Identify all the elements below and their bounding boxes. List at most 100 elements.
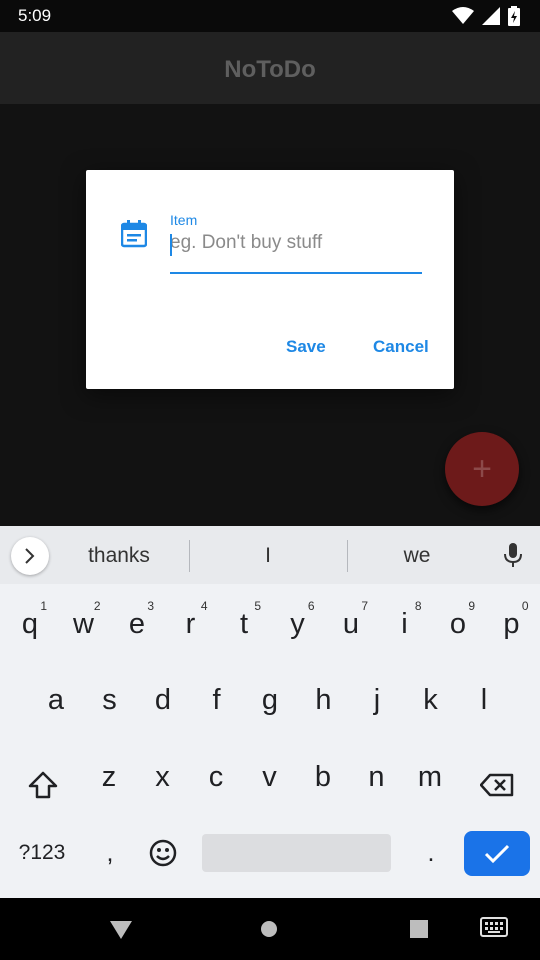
key-label: e [128, 608, 146, 640]
mic-icon[interactable] [503, 543, 523, 569]
key-z[interactable]: z [82, 747, 136, 807]
emoji-key[interactable] [140, 830, 186, 876]
suggestion-2[interactable]: I [193, 544, 343, 568]
emoji-icon [149, 839, 177, 867]
key-label: q [21, 608, 39, 640]
key-w[interactable]: w2 [57, 594, 111, 654]
key-label: g [261, 684, 279, 716]
key-q[interactable]: q1 [3, 594, 57, 654]
key-label: c [208, 761, 224, 793]
shift-icon [28, 771, 58, 799]
keyboard-switch-icon[interactable] [480, 917, 508, 939]
key-u[interactable]: u7 [324, 594, 378, 654]
key-label: l [480, 684, 488, 716]
key-t[interactable]: t5 [217, 594, 271, 654]
key-label: w [73, 608, 94, 640]
backspace-key[interactable] [468, 756, 526, 814]
cancel-button[interactable]: Cancel [373, 337, 429, 357]
plus-icon: + [472, 450, 492, 488]
key-number-hint: 0 [521, 599, 529, 613]
key-number-hint: 3 [147, 599, 154, 613]
key-label: m [417, 761, 443, 793]
key-label: i [401, 608, 408, 640]
done-key[interactable] [464, 831, 530, 876]
key-label: n [368, 761, 385, 793]
key-h[interactable]: h [297, 670, 351, 730]
key-j[interactable]: j [350, 670, 404, 730]
key-k[interactable]: k [404, 670, 458, 730]
key-number-hint: 4 [200, 599, 208, 613]
suggestion-divider [189, 540, 190, 572]
key-label: o [449, 608, 467, 640]
add-item-dialog: Item eg. Don't buy stuff Save Cancel [86, 170, 454, 389]
key-e[interactable]: e3 [110, 594, 164, 654]
key-o[interactable]: o9 [431, 594, 485, 654]
key-v[interactable]: v [243, 747, 297, 807]
key-label: z [101, 761, 117, 793]
key-c[interactable]: c [189, 747, 243, 807]
key-label: h [315, 684, 332, 716]
text-cursor [170, 234, 172, 256]
key-label: u [342, 608, 360, 640]
item-input[interactable]: eg. Don't buy stuff [170, 232, 422, 274]
comma-key[interactable]: , [84, 830, 136, 876]
shift-key[interactable] [14, 756, 72, 814]
key-label: y [290, 608, 305, 640]
key-number-hint: 8 [414, 599, 422, 613]
key-number-hint: 2 [93, 599, 101, 613]
item-input-placeholder: eg. Don't buy stuff [170, 232, 323, 253]
key-number-hint: 5 [254, 599, 261, 613]
space-key[interactable] [202, 834, 391, 872]
key-label: d [154, 684, 172, 716]
suggestion-3[interactable]: we [342, 544, 492, 568]
key-label: x [155, 761, 170, 793]
key-number-hint: 1 [40, 599, 47, 613]
key-label: a [47, 684, 65, 716]
key-m[interactable]: m [403, 747, 457, 807]
key-x[interactable]: x [136, 747, 190, 807]
wifi-icon [452, 7, 474, 24]
key-y[interactable]: y6 [271, 594, 325, 654]
key-s[interactable]: s [83, 670, 137, 730]
app-bar: NoToDo [0, 32, 540, 104]
key-g[interactable]: g [243, 670, 297, 730]
suggestion-bar: thanks I we [0, 526, 540, 584]
key-number-hint: 9 [468, 599, 475, 613]
recents-icon[interactable] [409, 920, 429, 938]
key-b[interactable]: b [296, 747, 350, 807]
key-i[interactable]: i8 [378, 594, 432, 654]
save-button[interactable]: Save [286, 337, 326, 357]
key-number-hint: 7 [361, 599, 368, 613]
status-bar: 5:09 [0, 0, 540, 32]
backspace-icon [480, 773, 514, 797]
checkmark-icon [484, 844, 510, 863]
suggestion-1[interactable]: thanks [44, 544, 194, 568]
navigation-bar [0, 898, 540, 960]
status-time: 5:09 [18, 6, 52, 25]
key-l[interactable]: l [457, 670, 511, 730]
battery-charging-icon [508, 6, 520, 26]
home-icon[interactable] [260, 920, 278, 938]
symbols-key[interactable]: ?123 [6, 830, 78, 876]
keyboard: thanks I we q1w2e3r4t5y6u7i8o9p0 asdfghj… [0, 526, 540, 898]
back-icon[interactable] [109, 920, 133, 940]
key-p[interactable]: p0 [485, 594, 539, 654]
signal-icon [482, 7, 500, 25]
key-r[interactable]: r4 [164, 594, 218, 654]
key-label: v [262, 761, 277, 793]
key-a[interactable]: a [29, 670, 83, 730]
chevron-right-icon [25, 548, 35, 564]
calendar-note-icon [121, 220, 147, 248]
key-label: s [102, 684, 117, 716]
app-title: NoToDo [224, 56, 316, 83]
key-f[interactable]: f [190, 670, 244, 730]
key-label: k [423, 684, 438, 716]
key-label: p [503, 608, 520, 640]
key-label: r [185, 608, 196, 640]
key-label: t [239, 608, 249, 640]
key-n[interactable]: n [350, 747, 404, 807]
add-item-fab[interactable]: + [445, 432, 519, 506]
period-key[interactable]: . [408, 830, 454, 876]
key-label: b [314, 761, 332, 793]
key-d[interactable]: d [136, 670, 190, 730]
